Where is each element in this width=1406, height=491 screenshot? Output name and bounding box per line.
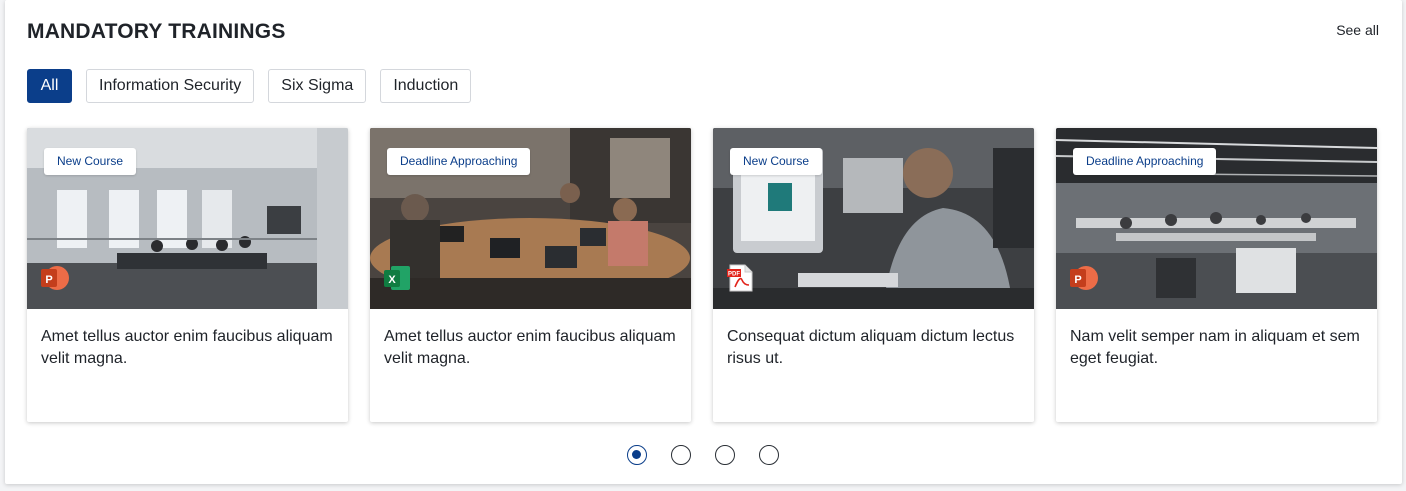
filter-six-sigma-chip[interactable]: Six Sigma — [268, 69, 367, 103]
card-title: Amet tellus auctor enim faucibus aliquam… — [384, 328, 676, 367]
training-card[interactable]: New Course PDF Consequat dictum aliquam … — [713, 128, 1034, 422]
filter-chips: All Information Security Six Sigma Induc… — [27, 69, 472, 103]
status-badge: New Course — [44, 148, 137, 175]
pagination-dot-3[interactable] — [715, 445, 735, 465]
card-image: New Course P — [27, 128, 348, 309]
card-image: New Course PDF — [713, 128, 1034, 309]
carousel-pagination — [627, 445, 779, 465]
svg-text:X: X — [388, 274, 396, 286]
filter-induction-chip[interactable]: Induction — [380, 69, 472, 103]
status-badge: New Course — [730, 148, 823, 175]
pagination-dot-2[interactable] — [671, 445, 691, 465]
excel-icon: X — [384, 266, 410, 290]
pdf-icon: PDF — [727, 264, 753, 292]
card-image: Deadline Approaching X — [370, 128, 691, 309]
pagination-dot-4[interactable] — [759, 445, 779, 465]
section-title: MANDATORY TRAININGS — [27, 20, 286, 43]
card-title: Amet tellus auctor enim faucibus aliquam… — [41, 328, 333, 367]
powerpoint-icon: P — [41, 266, 69, 290]
card-image: Deadline Approaching P — [1056, 128, 1377, 309]
filter-information-security-chip[interactable]: Information Security — [86, 69, 255, 103]
svg-text:P: P — [45, 274, 52, 286]
pagination-dot-1[interactable] — [627, 445, 647, 465]
powerpoint-icon: P — [1070, 266, 1098, 290]
training-card[interactable]: Deadline Approaching P Nam velit semper … — [1056, 128, 1377, 422]
status-badge: Deadline Approaching — [1073, 148, 1217, 175]
see-all-link[interactable]: See all — [1336, 22, 1379, 38]
card-title: Nam velit semper nam in aliquam et sem e… — [1070, 328, 1360, 367]
svg-text:PDF: PDF — [728, 272, 740, 278]
svg-text:P: P — [1074, 274, 1081, 286]
mandatory-trainings-panel: MANDATORY TRAININGS See all All Informat… — [5, 0, 1402, 484]
card-title: Consequat dictum aliquam dictum lectus r… — [727, 328, 1015, 367]
training-card[interactable]: New Course P Amet tellus auctor enim fau… — [27, 128, 348, 422]
status-badge: Deadline Approaching — [387, 148, 531, 175]
training-card[interactable]: Deadline Approaching X Amet tellus aucto… — [370, 128, 691, 422]
training-cards: New Course P Amet tellus auctor enim fau… — [27, 128, 1377, 422]
filter-all-chip[interactable]: All — [27, 69, 72, 103]
